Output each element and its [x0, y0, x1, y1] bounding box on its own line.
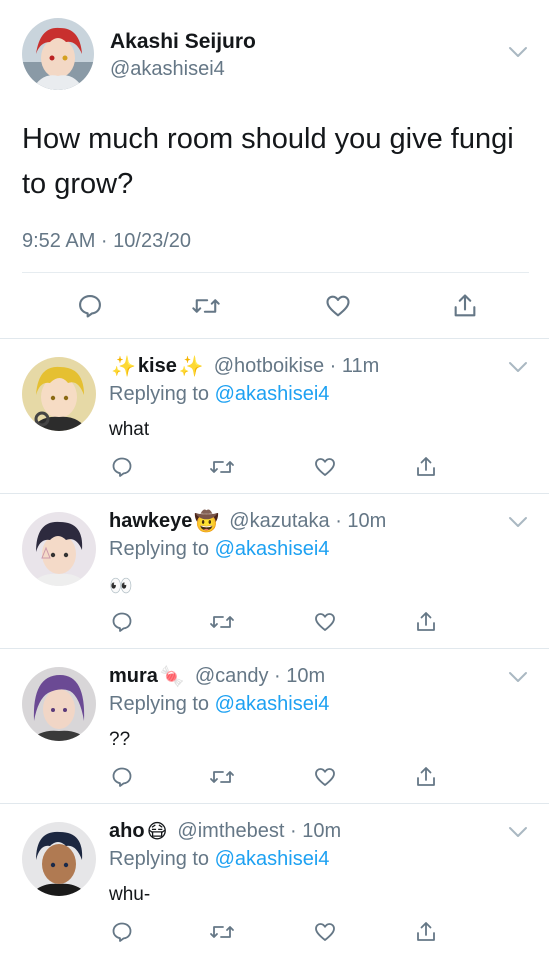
- reply-actions: [0, 606, 549, 638]
- replying-handle-link[interactable]: @akashisei4: [215, 848, 330, 870]
- reply-text: ??: [109, 729, 131, 750]
- retweet-icon: [210, 616, 234, 628]
- cowboy-emoji-icon: 🤠: [194, 511, 220, 533]
- reply-icon: [112, 457, 132, 477]
- retweet-icon: [192, 299, 220, 313]
- display-name[interactable]: Akashi Seijuro: [110, 30, 256, 54]
- chevron-down-icon[interactable]: [508, 826, 528, 838]
- chevron-down-icon[interactable]: [508, 361, 528, 373]
- reply-button[interactable]: [70, 286, 110, 326]
- reply-text: what: [109, 419, 150, 440]
- reply-actions: [0, 451, 549, 483]
- reply-header: hawkeye 🤠 @kazutaka · 10m: [109, 509, 386, 534]
- like-icon: [326, 295, 350, 317]
- share-icon: [454, 294, 476, 317]
- main-tweet: Akashi Seijuro @akashisei4 How much room…: [0, 0, 549, 338]
- share-button[interactable]: [410, 606, 442, 638]
- display-name[interactable]: hawkeye: [109, 510, 192, 533]
- sparkles-icon: ✨: [111, 356, 136, 378]
- reply-tweet[interactable]: hawkeye 🤠 @kazutaka · 10m Replying to @a…: [0, 493, 549, 648]
- share-button[interactable]: [445, 286, 485, 326]
- timestamp[interactable]: 9:52 AM · 10/23/20: [22, 230, 191, 253]
- display-name[interactable]: mura: [109, 665, 158, 688]
- retweet-button[interactable]: [206, 761, 238, 793]
- retweet-button[interactable]: [206, 916, 238, 948]
- share-icon: [417, 612, 435, 631]
- like-button[interactable]: [309, 916, 341, 948]
- reply-icon: [112, 922, 132, 942]
- handle[interactable]: @akashisei4: [110, 58, 225, 81]
- retweet-button[interactable]: [186, 286, 226, 326]
- replying-label: Replying to: [109, 693, 210, 715]
- reply-icon: [79, 295, 101, 318]
- retweet-icon: [210, 461, 234, 473]
- reply-button[interactable]: [106, 451, 138, 483]
- share-button[interactable]: [410, 916, 442, 948]
- like-icon: [315, 923, 335, 941]
- retweet-icon: [210, 926, 234, 938]
- replying-label: Replying to: [109, 383, 210, 405]
- avatar[interactable]: [22, 18, 94, 90]
- reply-icon: [112, 612, 132, 632]
- reply-button[interactable]: [106, 606, 138, 638]
- replying-to: Replying to @akashisei4: [109, 538, 329, 561]
- like-button[interactable]: [309, 606, 341, 638]
- tweet-actions: [0, 286, 549, 326]
- like-button[interactable]: [309, 451, 341, 483]
- replying-label: Replying to: [109, 538, 210, 560]
- reply-tweet[interactable]: aho 😷 @imthebest · 10m Replying to @akas…: [0, 803, 549, 958]
- handle-and-time[interactable]: @imthebest · 10m: [177, 820, 341, 843]
- handle-and-time[interactable]: @kazutaka · 10m: [229, 510, 386, 533]
- avatar[interactable]: [22, 822, 96, 896]
- reply-header: ✨ kise ✨ @hotboikise · 11m: [109, 354, 379, 379]
- chevron-down-icon[interactable]: [508, 46, 528, 58]
- reply-button[interactable]: [106, 761, 138, 793]
- share-button[interactable]: [410, 451, 442, 483]
- share-button[interactable]: [410, 761, 442, 793]
- replying-to: Replying to @akashisei4: [109, 383, 329, 406]
- like-icon: [315, 613, 335, 631]
- mask-emoji-icon: 😷: [146, 821, 168, 843]
- share-icon: [417, 457, 435, 476]
- like-icon: [315, 458, 335, 476]
- retweet-icon: [210, 771, 234, 783]
- display-name[interactable]: kise: [138, 355, 177, 378]
- share-icon: [417, 922, 435, 941]
- avatar[interactable]: [22, 357, 96, 431]
- reply-header: aho 😷 @imthebest · 10m: [109, 819, 341, 844]
- reply-tweet[interactable]: ✨ kise ✨ @hotboikise · 11m Replying to @…: [0, 338, 549, 493]
- replying-to: Replying to @akashisei4: [109, 848, 329, 871]
- replying-to: Replying to @akashisei4: [109, 693, 329, 716]
- like-icon: [315, 768, 335, 786]
- replying-handle-link[interactable]: @akashisei4: [215, 693, 330, 715]
- like-button[interactable]: [318, 286, 358, 326]
- handle-and-time[interactable]: @candy · 10m: [195, 665, 325, 688]
- reply-text: 👀: [109, 576, 133, 597]
- replying-label: Replying to: [109, 848, 210, 870]
- like-button[interactable]: [309, 761, 341, 793]
- retweet-button[interactable]: [206, 451, 238, 483]
- reply-tweet[interactable]: mura 🍬 @candy · 10m Replying to @akashis…: [0, 648, 549, 803]
- divider: [22, 272, 529, 273]
- reply-header: mura 🍬 @candy · 10m: [109, 664, 325, 689]
- avatar[interactable]: [22, 512, 96, 586]
- replying-handle-link[interactable]: @akashisei4: [215, 538, 330, 560]
- reply-actions: [0, 761, 549, 793]
- candy-emoji-icon: 🍬: [159, 666, 185, 688]
- reply-icon: [112, 767, 132, 787]
- display-name[interactable]: aho: [109, 820, 145, 843]
- retweet-button[interactable]: [206, 606, 238, 638]
- avatar[interactable]: [22, 667, 96, 741]
- reply-button[interactable]: [106, 916, 138, 948]
- chevron-down-icon[interactable]: [508, 671, 528, 683]
- replying-handle-link[interactable]: @akashisei4: [215, 383, 330, 405]
- reply-actions: [0, 916, 549, 948]
- reply-text: whu-: [109, 884, 151, 905]
- handle-and-time[interactable]: @hotboikise · 11m: [214, 355, 380, 378]
- tweet-text: How much room should you give fungi to g…: [22, 123, 514, 200]
- share-icon: [417, 767, 435, 786]
- sparkles-icon: ✨: [178, 356, 204, 378]
- chevron-down-icon[interactable]: [508, 516, 528, 528]
